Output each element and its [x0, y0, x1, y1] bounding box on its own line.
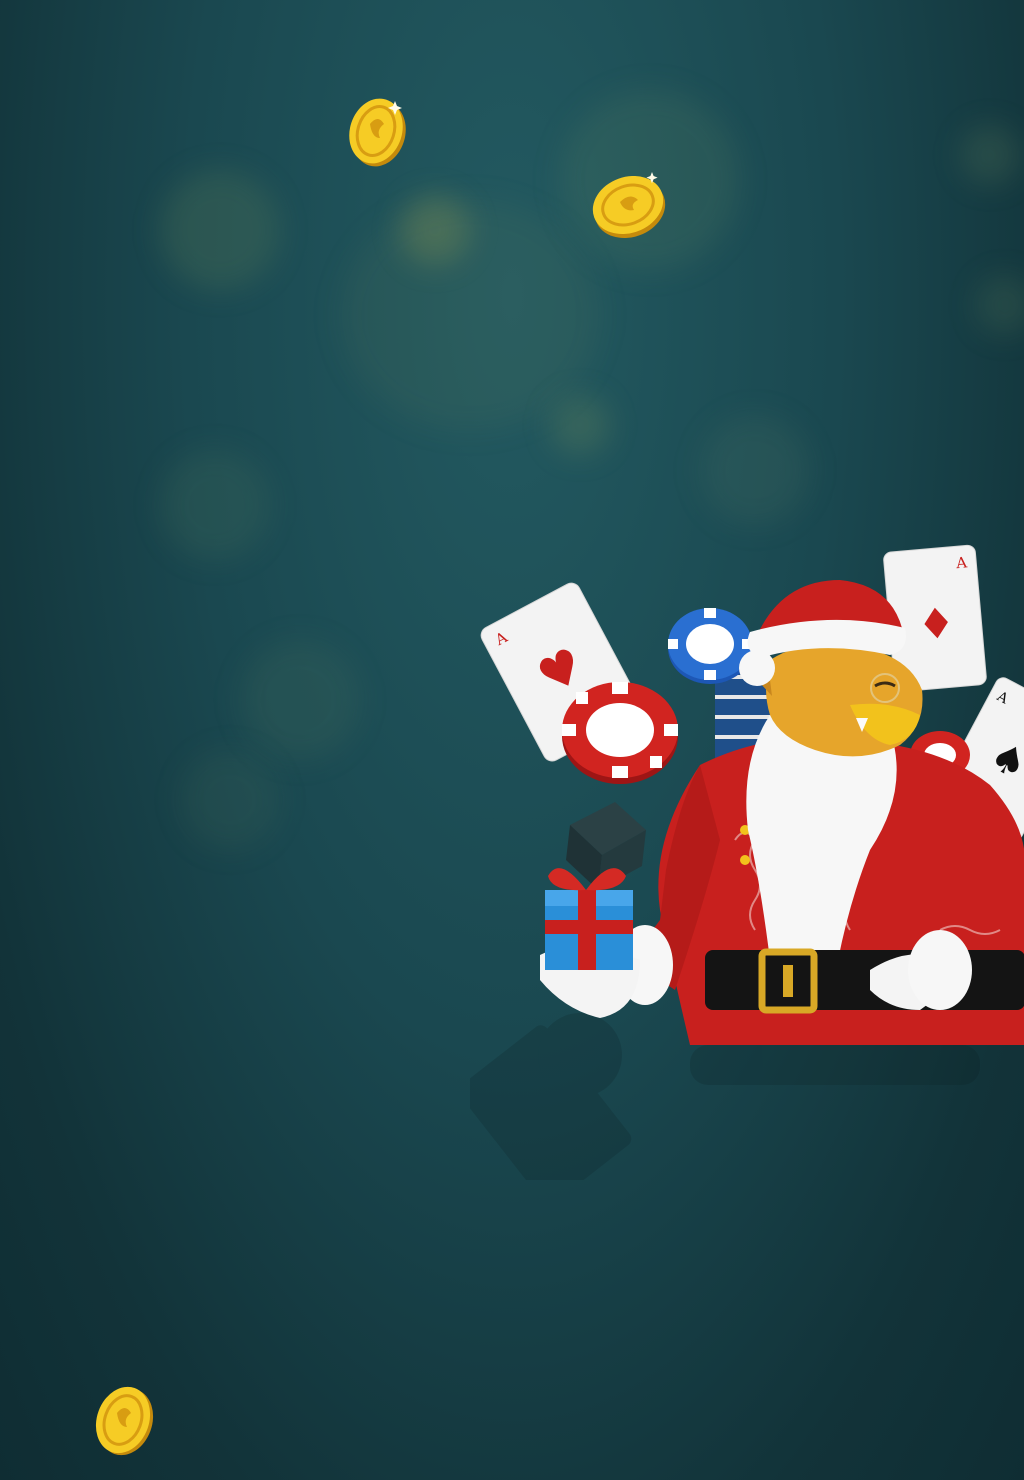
bokeh-light: [975, 275, 1024, 335]
bokeh-light: [960, 125, 1020, 185]
bokeh-light: [240, 640, 360, 760]
gold-coin-icon: [95, 1386, 154, 1456]
bokeh-light: [180, 750, 280, 850]
bokeh-light: [160, 170, 280, 290]
dragon-santa-illustration: A ♥ A ♦ A ♠: [470, 540, 1024, 1180]
game-background: A ♥ A ♦ A ♠: [0, 0, 1024, 1480]
bokeh-light: [550, 395, 610, 455]
card-rank-diamond: A: [954, 553, 968, 572]
bokeh-light: [340, 200, 600, 430]
bokeh-light: [160, 450, 270, 560]
diamond-suit-icon: ♦: [915, 598, 957, 650]
gold-coin-icon: [592, 172, 666, 239]
gold-coin-icon: [349, 98, 406, 167]
bokeh-light: [700, 415, 810, 525]
